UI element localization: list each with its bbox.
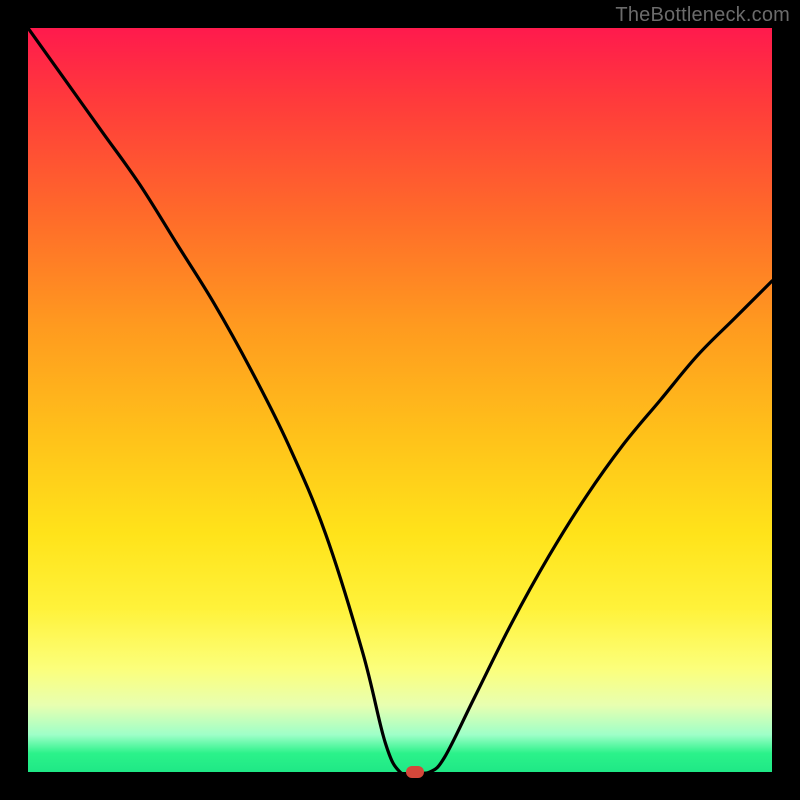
chart-frame: TheBottleneck.com — [0, 0, 800, 800]
optimal-point-marker — [406, 766, 424, 778]
plot-area — [28, 28, 772, 772]
watermark-text: TheBottleneck.com — [615, 4, 790, 27]
bottleneck-curve — [28, 28, 772, 772]
